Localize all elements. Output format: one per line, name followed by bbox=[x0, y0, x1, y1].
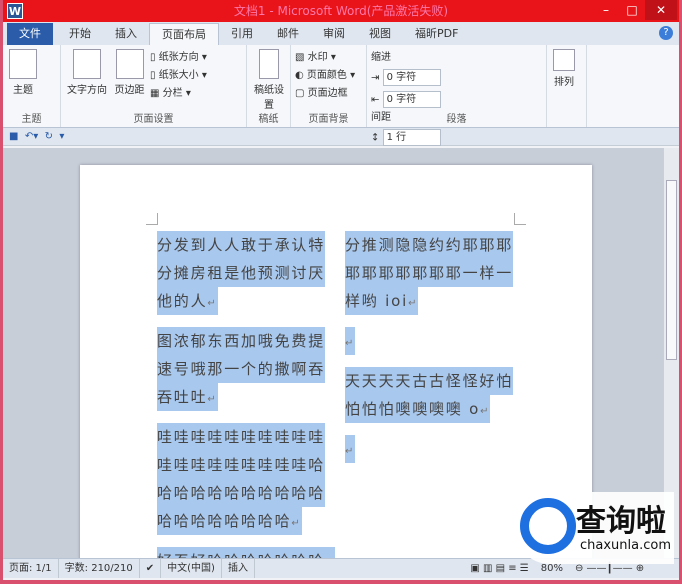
draft-paper-icon bbox=[259, 49, 279, 79]
text-line: 哇哇哇哇哇哇哇哇哇哈 bbox=[157, 451, 326, 479]
tab-insert[interactable]: 插入 bbox=[103, 23, 149, 45]
tab-home[interactable]: 开始 bbox=[57, 23, 103, 45]
columns-button[interactable]: ▦ 分栏 ▾ bbox=[150, 85, 207, 103]
tab-mailings[interactable]: 邮件 bbox=[265, 23, 311, 45]
indent-left-input[interactable]: 0 字符 bbox=[382, 69, 441, 86]
text-line: 他的人↵ bbox=[157, 287, 218, 315]
draft-settings-button[interactable]: 稿纸设置 bbox=[253, 49, 285, 111]
group-page-setup: 文字方向 页边距 ▯ 纸张方向 ▾ ▯ 纸张大小 ▾ ▦ 分栏 ▾ 页面设置 bbox=[61, 45, 247, 127]
group-arrange: 排列 bbox=[547, 45, 587, 127]
margins-button[interactable]: 页边距 bbox=[115, 49, 145, 96]
text-direction-button[interactable]: 文字方向 bbox=[67, 49, 107, 96]
word-count[interactable]: 字数: 210/210 bbox=[59, 559, 140, 578]
paragraph[interactable]: 好歹好哈哈哈哈哈哈哈↵ bbox=[157, 547, 336, 558]
space-before-input[interactable]: 1 行 bbox=[382, 129, 441, 146]
arrange-icon bbox=[553, 49, 575, 71]
text-line: 速号哦那一个的撒啊吞 bbox=[157, 355, 326, 383]
paragraph[interactable]: 图浓郁东西加哦免费提 速号哦那一个的撒啊吞 吞吐吐↵ bbox=[157, 327, 327, 411]
paragraph-mark: ↵ bbox=[207, 298, 218, 309]
arrange-button[interactable]: 排列 bbox=[553, 49, 575, 88]
page-border-button[interactable]: ▢ 页面边框 bbox=[295, 85, 362, 103]
text-line: ↵ bbox=[345, 327, 356, 355]
minimize-button[interactable]: – bbox=[593, 0, 619, 20]
scroll-thumb[interactable] bbox=[666, 180, 677, 360]
theme-button[interactable]: 主题 bbox=[9, 49, 37, 96]
text-line: 哇哇哇哇哇哇哇哇哇哇 bbox=[157, 423, 326, 451]
tab-foxit-pdf[interactable]: 福昕PDF bbox=[403, 23, 470, 45]
page-color-button[interactable]: ◐ 页面颜色 ▾ bbox=[295, 67, 362, 85]
text-line: 好歹好哈哈哈哈哈哈哈↵ bbox=[157, 547, 336, 558]
quick-access-toolbar: ■ ↶▾ ↻ ▾ bbox=[3, 128, 679, 146]
text-line: 怕怕怕噢噢噢噢 o↵ bbox=[345, 395, 491, 423]
text-line: 哈哈哈哈哈哈哈哈↵ bbox=[157, 507, 302, 535]
ribbon-tabs: 文件 开始 插入 页面布局 引用 邮件 审阅 视图 福昕PDF ? bbox=[3, 22, 679, 45]
paragraph[interactable]: 分推测隐隐约约耶耶耶 耶耶耶耶耶耶耶一样一 样哟 ioi↵ bbox=[345, 231, 515, 315]
paragraph[interactable]: 哇哇哇哇哇哇哇哇哇哇 哇哇哇哇哇哇哇哇哇哈 哈哈哈哈哈哈哈哈哈哈 哈哈哈哈哈哈哈哈↵ bbox=[157, 423, 327, 535]
paragraph-mark: ↵ bbox=[207, 394, 218, 405]
customize-icon[interactable]: ▾ bbox=[59, 131, 64, 142]
group-theme: 主题 主题 bbox=[3, 45, 61, 127]
proofing-icon[interactable]: ✔ bbox=[140, 559, 162, 578]
text-line: 耶耶耶耶耶耶耶一样一 bbox=[345, 259, 514, 287]
maximize-button[interactable]: □ bbox=[619, 0, 645, 20]
tab-review[interactable]: 审阅 bbox=[311, 23, 357, 45]
size-button[interactable]: ▯ 纸张大小 ▾ bbox=[150, 67, 207, 85]
paragraph[interactable]: 天天天天古古怪怪好怕 怕怕怕噢噢噢噢 o↵ bbox=[345, 367, 515, 423]
paragraph[interactable]: 分发到人人敢于承认特 分摊房租是他预测讨厌 他的人↵ bbox=[157, 231, 327, 315]
margin-corner bbox=[146, 213, 158, 225]
margins-icon bbox=[115, 49, 144, 79]
margin-corner bbox=[514, 213, 526, 225]
view-buttons[interactable]: ▣ ▥ ▤ ≡ ☰ bbox=[464, 559, 534, 578]
tab-page-layout[interactable]: 页面布局 bbox=[149, 23, 219, 45]
paragraph-mark: ↵ bbox=[345, 338, 356, 349]
text-line: 分发到人人敢于承认特 bbox=[157, 231, 326, 259]
paragraph-mark: ↵ bbox=[345, 446, 356, 457]
text-line: 分摊房租是他预测讨厌 bbox=[157, 259, 326, 287]
orientation-button[interactable]: ▯ 纸张方向 ▾ bbox=[150, 49, 207, 67]
title-bar: W 文档1 - Microsoft Word(产品激活失败) – □ ✕ bbox=[3, 0, 679, 22]
paragraph[interactable]: ↵ bbox=[345, 435, 515, 463]
save-icon[interactable]: ■ bbox=[9, 131, 18, 142]
text-line: 分推测隐隐约约耶耶耶 bbox=[345, 231, 514, 259]
tab-view[interactable]: 视图 bbox=[357, 23, 403, 45]
right-column: 分推测隐隐约约耶耶耶 耶耶耶耶耶耶耶一样一 样哟 ioi↵ ↵ 天天天天古古怪怪好怕 怕怕… bbox=[345, 231, 515, 475]
group-paragraph: 缩进 ⇥ 0 字符 ⇤ 0 字符 间距 ↕ 1 行 ↕ 1 行 段落 bbox=[367, 45, 547, 168]
theme-icon bbox=[9, 49, 37, 79]
group-draft: 稿纸设置 稿纸 bbox=[247, 45, 291, 127]
redo-icon[interactable]: ↻ bbox=[45, 131, 53, 142]
watermark-button[interactable]: ▧ 水印 ▾ bbox=[295, 49, 362, 67]
text-line: 天天天天古古怪怪好怕 bbox=[345, 367, 514, 395]
group-page-background: ▧ 水印 ▾ ◐ 页面颜色 ▾ ▢ 页面边框 页面背景 bbox=[291, 45, 367, 127]
language[interactable]: 中文(中国) bbox=[161, 559, 222, 578]
word-logo-icon: W bbox=[7, 3, 23, 19]
undo-icon[interactable]: ↶▾ bbox=[25, 131, 38, 142]
paragraph[interactable]: ↵ bbox=[345, 327, 515, 355]
chaxunla-watermark-logo: 查询啦 chaxunla.com bbox=[514, 492, 674, 564]
insert-mode[interactable]: 插入 bbox=[222, 559, 255, 578]
text-line: ↵ bbox=[345, 435, 356, 463]
close-button[interactable]: ✕ bbox=[645, 0, 677, 20]
ribbon: 主题 主题 文字方向 页边距 ▯ 纸张方向 ▾ ▯ 纸张大小 ▾ ▦ 分栏 ▾ … bbox=[3, 45, 679, 168]
paragraph-mark: ↵ bbox=[291, 518, 302, 529]
window-title: 文档1 - Microsoft Word(产品激活失败) bbox=[233, 4, 449, 18]
indent-right-input[interactable]: 0 字符 bbox=[382, 91, 441, 108]
page-count: 页面: 1/1 bbox=[3, 559, 59, 578]
tab-file[interactable]: 文件 bbox=[7, 23, 53, 45]
paragraph-mark: ↵ bbox=[480, 406, 491, 417]
tab-references[interactable]: 引用 bbox=[219, 23, 265, 45]
document-page[interactable]: 分发到人人敢于承认特 分摊房租是他预测讨厌 他的人↵ 图浓郁东西加哦免费提 速号哦那一个… bbox=[80, 165, 592, 558]
text-line: 吞吐吐↵ bbox=[157, 383, 218, 411]
paragraph-mark: ↵ bbox=[408, 298, 419, 309]
left-column: 分发到人人敢于承认特 分摊房租是他预测讨厌 他的人↵ 图浓郁东西加哦免费提 速号哦那一个… bbox=[157, 231, 336, 558]
text-line: 哈哈哈哈哈哈哈哈哈哈 bbox=[157, 479, 326, 507]
text-direction-icon bbox=[73, 49, 101, 79]
text-line: 样哟 ioi↵ bbox=[345, 287, 419, 315]
text-line: 图浓郁东西加哦免费提 bbox=[157, 327, 326, 355]
help-icon[interactable]: ? bbox=[659, 26, 673, 40]
